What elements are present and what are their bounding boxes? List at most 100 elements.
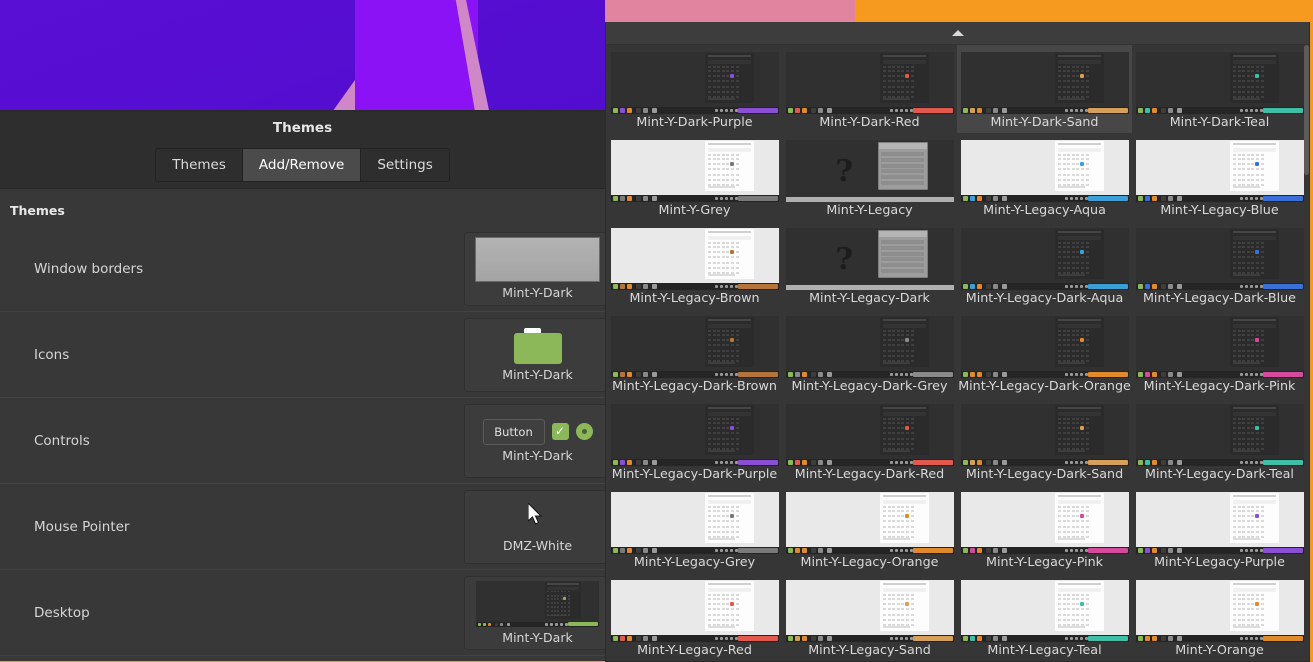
picker-icons[interactable]: Mint-Y-Dark <box>464 318 605 392</box>
missing-preview-icon: ? <box>836 242 854 277</box>
theme-grid-item[interactable]: Mint-Y-Legacy-Blue <box>1132 133 1307 221</box>
theme-thumbnail <box>1136 52 1304 114</box>
theme-grid-item[interactable]: Mint-Y-Legacy-Brown <box>607 221 782 309</box>
theme-grid-item[interactable]: Mint-Y-Orange <box>1132 573 1307 661</box>
theme-preview-image <box>1136 52 1304 114</box>
folder-icon <box>514 328 562 364</box>
themes-window: Themes Themes Add/Remove Settings Themes… <box>0 112 605 661</box>
theme-preview-image <box>786 52 954 114</box>
theme-grid-item[interactable]: Mint-Y-Legacy-Dark-Teal <box>1132 397 1307 485</box>
theme-item-label: Mint-Y-Legacy-Brown <box>629 290 759 305</box>
theme-grid-item[interactable]: Mint-Y-Legacy-Purple <box>1132 485 1307 573</box>
theme-item-label: Mint-Y-Legacy-Teal <box>987 642 1101 657</box>
window-header: Themes Themes Add/Remove Settings <box>0 112 605 189</box>
theme-grid-item[interactable]: Mint-Y-Legacy-Aqua <box>957 133 1132 221</box>
theme-preview-image <box>786 580 954 642</box>
theme-preview-image <box>961 52 1129 114</box>
checkbox-icon: ✓ <box>552 423 569 440</box>
theme-grid-item[interactable]: Mint-Y-Legacy-Pink <box>957 485 1132 573</box>
scrollbar-thumb[interactable] <box>1304 45 1309 175</box>
theme-item-label: Mint-Y-Orange <box>1175 642 1264 657</box>
tab-bar: Themes Add/Remove Settings <box>0 148 605 182</box>
theme-grid-item[interactable]: ?Mint-Y-Legacy-Dark <box>782 221 957 309</box>
theme-thumbnail <box>961 580 1129 642</box>
theme-preview-image <box>786 228 954 290</box>
theme-thumbnail <box>786 52 954 114</box>
theme-item-label: Mint-Y-Legacy-Orange <box>801 554 939 569</box>
theme-item-label: Mint-Y-Legacy <box>826 202 912 217</box>
theme-grid-item[interactable]: Mint-Y-Legacy-Dark-Sand <box>957 397 1132 485</box>
theme-preview-image <box>786 316 954 378</box>
picker-mouse-pointer[interactable]: DMZ-White <box>464 490 605 564</box>
theme-preview-image <box>1136 404 1304 466</box>
theme-grid-item[interactable]: Mint-Y-Dark-Red <box>782 45 957 133</box>
theme-grid-item[interactable]: Mint-Y-Legacy-Dark-Orange <box>957 309 1132 397</box>
theme-grid-item[interactable]: Mint-Y-Legacy-Grey <box>607 485 782 573</box>
theme-thumbnail <box>611 492 779 554</box>
window-border-preview <box>475 237 600 282</box>
theme-thumbnail <box>1136 316 1304 378</box>
theme-grid-item[interactable]: Mint-Y-Legacy-Dark-Brown <box>607 309 782 397</box>
theme-grid-item[interactable]: Mint-Y-Legacy-Dark-Purple <box>607 397 782 485</box>
tab-settings[interactable]: Settings <box>361 148 449 182</box>
theme-preview-image <box>1136 492 1304 554</box>
theme-grid-item[interactable]: Mint-Y-Legacy-Dark-Aqua <box>957 221 1132 309</box>
scroll-up-button[interactable] <box>606 22 1309 45</box>
theme-grid-item[interactable]: Mint-Y-Legacy-Teal <box>957 573 1132 661</box>
theme-thumbnail <box>1136 140 1304 202</box>
theme-thumbnail <box>961 492 1129 554</box>
theme-preview-image <box>961 580 1129 642</box>
theme-thumbnail <box>961 316 1129 378</box>
picker-window-borders[interactable]: Mint-Y-Dark <box>464 232 605 306</box>
theme-preview-image <box>1136 140 1304 202</box>
theme-thumbnail <box>786 580 954 642</box>
cursor-icon <box>514 501 562 535</box>
theme-grid-item[interactable]: Mint-Y-Dark-Purple <box>607 45 782 133</box>
theme-grid: Mint-Y-Dark-Purple Mint-Y-Dark-Red Mint-Y-… <box>606 45 1310 661</box>
theme-item-label: Mint-Y-Legacy-Dark-Sand <box>966 466 1123 481</box>
theme-preview-image <box>1136 316 1304 378</box>
theme-preview-image <box>961 228 1129 290</box>
theme-thumbnail <box>961 140 1129 202</box>
theme-item-label: Mint-Y-Legacy-Dark-Red <box>795 466 945 481</box>
theme-thumbnail <box>1136 404 1304 466</box>
picker-controls[interactable]: Button ✓ Mint-Y-Dark <box>464 404 605 478</box>
theme-grid-item[interactable]: Mint-Y-Dark-Teal <box>1132 45 1307 133</box>
theme-preview-image <box>961 140 1129 202</box>
picker-desktop[interactable]: Mint-Y-Dark <box>464 576 605 650</box>
theme-item-label: Mint-Y-Legacy-Aqua <box>983 202 1106 217</box>
tab-themes[interactable]: Themes <box>155 148 243 182</box>
theme-thumbnail <box>1136 580 1304 642</box>
theme-grid-item[interactable]: Mint-Y-Legacy-Orange <box>782 485 957 573</box>
theme-grid-item[interactable]: Mint-Y-Legacy-Dark-Red <box>782 397 957 485</box>
theme-preview-image <box>786 404 954 466</box>
radio-icon <box>576 423 593 440</box>
theme-preview-image <box>611 140 779 202</box>
pref-row-window-borders: Window borders Mint-Y-Dark <box>0 226 605 312</box>
theme-item-label: Mint-Y-Legacy-Red <box>637 642 752 657</box>
theme-grid-item[interactable]: Mint-Y-Dark-Sand <box>957 45 1132 133</box>
theme-grid-item[interactable]: Mint-Y-Legacy-Dark-Blue <box>1132 221 1307 309</box>
theme-grid-item[interactable]: Mint-Y-Legacy-Red <box>607 573 782 661</box>
theme-item-label: Mint-Y-Legacy-Blue <box>1160 202 1278 217</box>
theme-thumbnail: ? <box>786 228 954 290</box>
theme-grid-item[interactable]: Mint-Y-Grey <box>607 133 782 221</box>
pref-label-mouse-pointer: Mouse Pointer <box>34 519 129 535</box>
theme-preview-image <box>611 580 779 642</box>
theme-item-label: Mint-Y-Dark-Red <box>819 114 919 129</box>
grid-scrollbar[interactable] <box>1304 45 1309 661</box>
theme-item-label: Mint-Y-Legacy-Dark-Brown <box>612 378 777 393</box>
theme-grid-item[interactable]: Mint-Y-Legacy-Dark-Pink <box>1132 309 1307 397</box>
theme-grid-item[interactable]: ?Mint-Y-Legacy <box>782 133 957 221</box>
pref-label-desktop: Desktop <box>34 605 90 621</box>
theme-preview-image <box>611 492 779 554</box>
theme-thumbnail <box>786 492 954 554</box>
tab-add-remove[interactable]: Add/Remove <box>243 148 361 182</box>
theme-grid-item[interactable]: Mint-Y-Legacy-Sand <box>782 573 957 661</box>
pref-row-controls: Controls Button ✓ Mint-Y-Dark <box>0 398 605 484</box>
theme-grid-item[interactable]: Mint-Y-Legacy-Dark-Grey <box>782 309 957 397</box>
pref-row-desktop: Desktop Mint-Y-Dark <box>0 570 605 656</box>
wallpaper-pink-strip <box>605 0 855 22</box>
theme-item-label: Mint-Y-Legacy-Dark-Blue <box>1143 290 1296 305</box>
theme-item-label: Mint-Y-Grey <box>659 202 731 217</box>
